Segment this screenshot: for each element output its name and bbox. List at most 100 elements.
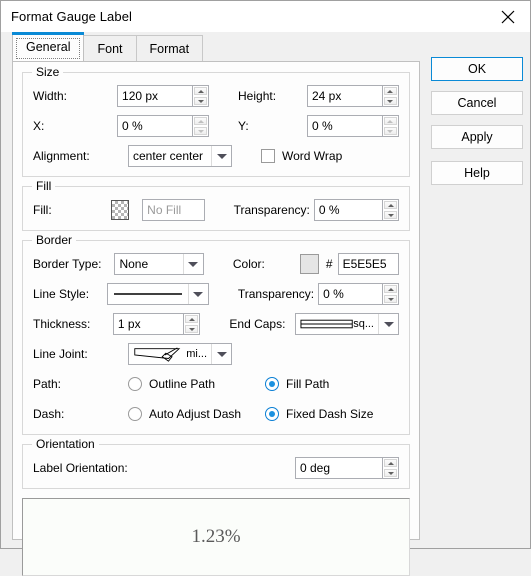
label-orientation-input[interactable]: 0 deg <box>295 457 382 479</box>
border-transparency-spinner[interactable] <box>382 283 399 305</box>
line-style-dropdown[interactable] <box>106 283 209 305</box>
border-transparency-input[interactable]: 0 % <box>318 283 382 305</box>
height-spinner[interactable] <box>381 85 399 107</box>
fill-transparency-spin-down[interactable] <box>384 211 397 219</box>
label-orientation-spin-down[interactable] <box>384 469 397 477</box>
tab-format[interactable]: Format <box>135 35 204 61</box>
fill-transparency-spinner[interactable] <box>382 199 399 221</box>
border-transparency-stepper[interactable]: 0 % <box>318 283 399 305</box>
triangle-down-icon <box>387 99 394 103</box>
x-stepper[interactable]: 0 % <box>117 115 210 137</box>
dash-label: Dash: <box>33 407 65 421</box>
fill-transparency-input[interactable]: 0 % <box>313 199 382 221</box>
width-spin-down[interactable] <box>194 97 208 105</box>
border-transparency-spin-down[interactable] <box>384 295 397 303</box>
alignment-value: center center <box>133 149 204 163</box>
label-orientation-spin-up[interactable] <box>384 459 397 467</box>
group-size-title: Size <box>32 65 64 79</box>
row-path: Path: Outline Path Fill Path <box>33 373 399 395</box>
group-border: Border Border Type: None Color: # E5E5E5 <box>22 233 410 435</box>
tab-font-label: Font <box>97 41 123 56</box>
fill-color-swatch[interactable] <box>110 200 130 220</box>
square-cap-icon <box>300 319 353 329</box>
thickness-stepper[interactable]: 1 px <box>112 313 201 335</box>
y-spin-down[interactable] <box>383 127 397 135</box>
group-border-title: Border <box>32 233 77 247</box>
triangle-down-icon <box>197 99 204 103</box>
y-spin-up[interactable] <box>383 117 397 125</box>
triangle-down-icon <box>197 129 204 133</box>
line-joint-value-wrap: mi... <box>129 346 211 363</box>
height-spin-down[interactable] <box>383 97 397 105</box>
tab-font[interactable]: Font <box>83 35 137 61</box>
thickness-input[interactable]: 1 px <box>112 313 184 335</box>
help-button[interactable]: Help <box>431 161 523 185</box>
border-type-dropdown[interactable]: None <box>114 253 204 275</box>
end-caps-label: End Caps: <box>229 317 286 331</box>
radio-fixed-dash-size[interactable]: Fixed Dash Size <box>265 407 373 421</box>
width-stepper[interactable]: 120 px <box>117 85 210 107</box>
border-color-hex-input[interactable]: E5E5E5 <box>337 253 399 275</box>
x-input[interactable]: 0 % <box>117 115 193 137</box>
row-label-orientation: Label Orientation: 0 deg <box>33 457 399 479</box>
end-caps-value: sq... <box>353 318 374 330</box>
fill-value-input[interactable]: No Fill <box>142 199 205 221</box>
thickness-spin-up[interactable] <box>185 315 199 323</box>
auto-adjust-dash-label: Auto Adjust Dash <box>149 407 242 421</box>
x-spin-up[interactable] <box>194 117 208 125</box>
border-transparency-spin-up[interactable] <box>384 285 397 293</box>
x-label: X: <box>33 119 45 133</box>
radio-icon <box>128 377 142 391</box>
width-spinner[interactable] <box>192 85 210 107</box>
apply-button[interactable]: Apply <box>431 125 523 149</box>
triangle-up-icon <box>387 287 394 291</box>
triangle-up-icon <box>188 317 195 321</box>
border-type-label: Border Type: <box>33 257 102 271</box>
radio-fill-path[interactable]: Fill Path <box>265 377 329 391</box>
path-label: Path: <box>33 377 62 391</box>
fill-transparency-stepper[interactable]: 0 % <box>313 199 399 221</box>
y-spinner[interactable] <box>381 115 399 137</box>
cancel-button[interactable]: Cancel <box>431 91 523 115</box>
tab-general[interactable]: General <box>12 32 85 61</box>
height-stepper[interactable]: 24 px <box>307 85 399 107</box>
height-label: Height: <box>238 89 277 103</box>
group-fill: Fill Fill: No Fill Transparency: 0 % <box>22 179 410 231</box>
ok-button[interactable]: OK <box>431 57 523 81</box>
outline-path-label: Outline Path <box>149 377 216 391</box>
close-button[interactable] <box>485 1 530 32</box>
label-orientation-spinner[interactable] <box>382 457 399 479</box>
alignment-dropdown[interactable]: center center <box>128 145 232 167</box>
width-label: Width: <box>33 89 68 103</box>
radio-outline-path[interactable]: Outline Path <box>128 377 265 391</box>
triangle-up-icon <box>197 89 204 93</box>
tab-general-label: General <box>26 40 71 54</box>
height-input[interactable]: 24 px <box>307 85 382 107</box>
group-size: Size Width: 120 px Height: 24 px X: 0 % … <box>22 65 410 177</box>
y-input[interactable]: 0 % <box>307 115 382 137</box>
fill-label: Fill: <box>33 203 52 217</box>
thickness-label: Thickness: <box>33 317 91 331</box>
row-fill: Fill: No Fill Transparency: 0 % <box>33 199 399 221</box>
radio-auto-adjust-dash[interactable]: Auto Adjust Dash <box>128 407 265 421</box>
triangle-up-icon <box>387 89 394 93</box>
label-orientation-stepper[interactable]: 0 deg <box>295 457 399 479</box>
triangle-up-icon <box>387 203 394 207</box>
width-input[interactable]: 120 px <box>117 85 193 107</box>
thickness-spin-down[interactable] <box>185 325 199 333</box>
width-spin-up[interactable] <box>194 87 208 95</box>
line-joint-value: mi... <box>186 348 207 360</box>
y-stepper[interactable]: 0 % <box>307 115 399 137</box>
x-spin-down[interactable] <box>194 127 208 135</box>
x-spinner[interactable] <box>192 115 210 137</box>
line-joint-dropdown[interactable]: mi... <box>128 343 232 365</box>
fill-transparency-spin-up[interactable] <box>384 201 397 209</box>
word-wrap-checkbox[interactable]: Word Wrap <box>232 149 342 163</box>
chevron-down-icon <box>182 254 203 274</box>
end-caps-dropdown[interactable]: sq... <box>295 313 399 335</box>
height-spin-up[interactable] <box>383 87 397 95</box>
border-color-swatch[interactable] <box>299 254 319 274</box>
thickness-spinner[interactable] <box>183 313 201 335</box>
radio-icon-selected <box>265 377 279 391</box>
fixed-dash-size-label: Fixed Dash Size <box>286 407 374 421</box>
